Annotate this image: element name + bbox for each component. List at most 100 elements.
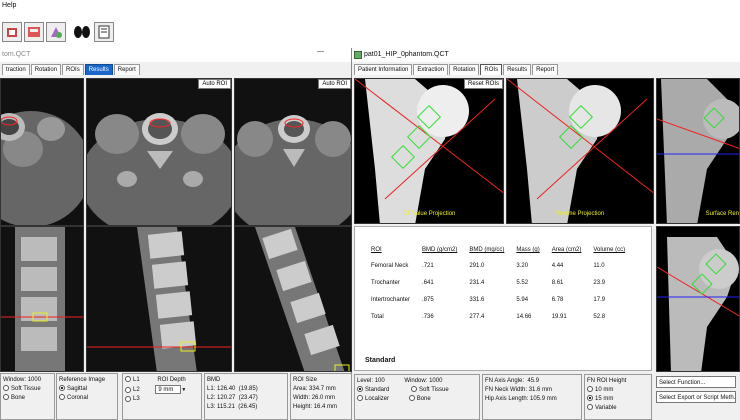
radio-bone[interactable]: Bone <box>3 394 52 403</box>
level-window-group: Level: 100 Window: 1000 Standard Soft Ti… <box>354 374 480 420</box>
lungs-icon[interactable] <box>72 22 92 42</box>
radio-sagittal[interactable]: Sagittal <box>59 385 115 394</box>
cell-mass: 5.52 <box>516 279 529 286</box>
radio-10mm[interactable]: 10 mm <box>587 386 649 395</box>
axial-view-2[interactable]: Auto ROI <box>86 78 232 226</box>
radio-bone[interactable]: Bone <box>408 395 431 402</box>
fn-roi-height-title: FN ROI Height <box>587 378 627 384</box>
auto-roi-label[interactable]: Auto ROI <box>198 79 231 89</box>
tab-results[interactable]: Results <box>503 64 532 75</box>
tab-rois[interactable]: ROIs <box>62 64 84 75</box>
reference-image-group: Reference Image Sagittal Coronal <box>56 373 118 420</box>
cell-mass: 14.66 <box>516 313 532 320</box>
tab-results[interactable]: Results <box>84 64 113 75</box>
tab-rotation[interactable]: Rotation <box>30 64 62 75</box>
col-mass: Mass (g) <box>516 247 540 253</box>
window-value[interactable]: 1000 <box>429 378 442 384</box>
level-label: Level: <box>357 378 374 384</box>
level-value[interactable]: 100 <box>375 378 385 384</box>
cell-area: 8.61 <box>551 279 564 286</box>
table-row: Femoral Neck .721 291.0 3.20 4.44 11.0 <box>365 257 631 274</box>
results-footer: Standard <box>365 357 396 364</box>
reset-rois-button[interactable]: Reset ROIs <box>463 79 503 89</box>
fn-axis-angle: FN Axis Angle: 45.9 <box>485 378 540 384</box>
col-bmd-gcm2: BMD (g/cm2) <box>422 247 458 253</box>
roi-size-width: Width: 26.0 mm <box>293 395 336 401</box>
window-label: Window: <box>3 377 27 383</box>
cell-bmd-gcm2: .641 <box>422 279 434 286</box>
cell-volume: 23.9 <box>593 279 606 286</box>
radio-l2[interactable]: L2 <box>125 386 140 393</box>
cell-bmd-mgcc: 291.0 <box>469 262 485 269</box>
sagittal-view-3[interactable] <box>234 226 352 372</box>
select-function-dropdown[interactable]: Select Function... <box>656 376 736 388</box>
sagittal-view-1[interactable] <box>0 226 84 372</box>
cell-mass: 3.20 <box>516 262 529 269</box>
tab-extraction[interactable]: Extraction <box>413 64 449 75</box>
bmd-row-l2: L2: 120.27 (23.47) <box>207 395 258 401</box>
toolbar <box>0 12 740 48</box>
ct-value-projection[interactable]: Reset ROIs CT Value Projection <box>354 78 504 224</box>
radio-standard[interactable]: Standard <box>357 386 389 393</box>
cell-volume: 17.9 <box>593 296 606 303</box>
radio-coronal[interactable]: Coronal <box>59 394 115 403</box>
report-icon[interactable] <box>94 22 114 42</box>
radio-variable[interactable]: Variable <box>587 404 649 413</box>
cell-bmd-gcm2: .736 <box>422 313 434 320</box>
minimize-icon[interactable]: — <box>317 48 327 55</box>
hip-window-title: pat01_HIP_0phantom.QCT <box>364 51 449 58</box>
tab-extraction[interactable]: traction <box>2 64 30 75</box>
bmd-row-l1: L1: 126.40 (19.85) <box>207 386 258 392</box>
tab-report[interactable]: Report <box>113 64 140 75</box>
radio-localizer[interactable]: Localizer <box>357 395 389 402</box>
hip-results-table: ROI BMD (g/cm2) BMD (mg/cc) Mass (g) Are… <box>354 226 652 371</box>
menubar: Help <box>0 0 740 12</box>
cell-area: 6.78 <box>551 296 564 303</box>
roi-depth-select[interactable]: 9 mm <box>155 385 182 394</box>
window-value[interactable]: 1000 <box>28 377 41 383</box>
app-icon <box>354 51 362 59</box>
reference-image-title: Reference Image <box>59 377 106 383</box>
tab-patient-information[interactable]: Patient Information <box>354 64 413 75</box>
col-volume: Volume (cc) <box>593 247 626 253</box>
save-icon[interactable] <box>24 22 44 42</box>
axial-view-1[interactable] <box>0 78 84 226</box>
fn-measurements-group: FN Axis Angle: 45.9 FN Neck Width: 31.6 … <box>482 374 582 420</box>
cell-volume: 11.0 <box>593 262 605 269</box>
hip-axis-length: Hip Axis Length: 105.9 mm <box>485 396 557 402</box>
roi-size-group: ROI Size Area: 334.7 mm Width: 26.0 mm H… <box>290 373 352 420</box>
radio-l3[interactable]: L3 <box>125 395 199 404</box>
hip-analysis-window: pat01_HIP_0phantom.QCT Patient Informati… <box>352 48 740 420</box>
ct-value-projection-label: CT Value Projection <box>402 211 456 217</box>
open-icon[interactable] <box>2 22 22 42</box>
axial-view-3[interactable]: Auto ROI <box>234 78 352 226</box>
window-control-group: Window: 1000 Soft Tissue Bone <box>0 373 55 420</box>
radio-15mm[interactable]: 15 mm <box>587 395 649 404</box>
sagittal-view-2[interactable] <box>86 226 232 372</box>
auto-roi-label-2[interactable]: Auto ROI <box>318 79 351 89</box>
tools-icon[interactable] <box>46 22 66 42</box>
tab-rotation[interactable]: Rotation <box>449 64 480 75</box>
table-row: Trochanter .641 231.4 5.52 8.61 23.9 <box>365 274 631 291</box>
col-roi: ROI <box>371 247 382 253</box>
surface-render-label: Surface Ren <box>705 211 739 217</box>
hip-tabs: Patient Information Extraction Rotation … <box>352 64 740 76</box>
cell-area: 19.91 <box>551 313 567 320</box>
cell-bmd-gcm2: .875 <box>422 296 434 303</box>
tab-report[interactable]: Report <box>532 64 559 75</box>
radio-l1[interactable]: L1 <box>125 376 140 383</box>
help-menu[interactable]: Help <box>2 2 16 9</box>
surface-render[interactable]: Surface Ren <box>656 78 740 224</box>
select-export-dropdown[interactable]: Select Export or Script Meth... <box>656 391 736 403</box>
bmd-row-l3: L3: 115.21 (26.45) <box>207 404 258 410</box>
cell-roi: Total <box>371 313 384 320</box>
radio-soft-tissue[interactable]: Soft Tissue <box>411 386 449 393</box>
surface-render-lower[interactable] <box>656 226 740 372</box>
cell-roi: Intertrochanter <box>371 296 411 303</box>
cell-volume: 52.8 <box>593 313 606 320</box>
tab-rois[interactable]: ROIs <box>480 64 503 75</box>
function-select-group: Select Function... Select Export or Scri… <box>654 374 740 420</box>
volume-projection[interactable]: Volume Projection <box>506 78 654 224</box>
col-bmd-mgcc: BMD (mg/cc) <box>469 247 505 253</box>
radio-soft-tissue[interactable]: Soft Tissue <box>3 385 52 394</box>
